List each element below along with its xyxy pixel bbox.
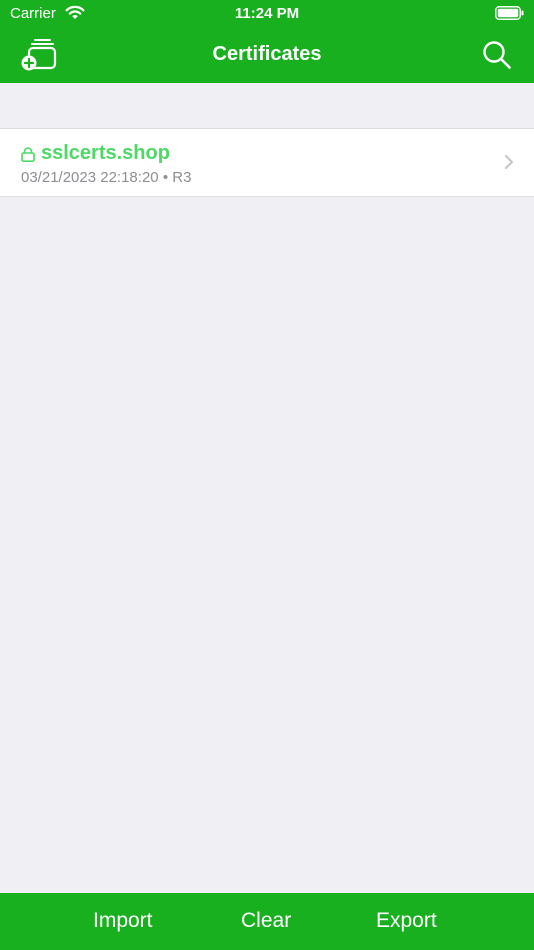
certificate-name: sslcerts.shop — [41, 142, 170, 164]
details-separator: • — [162, 169, 169, 186]
certificate-row[interactable]: sslcerts.shop 03/21/2023 22:18:20 • R3 — [0, 129, 534, 196]
certificate-issuer: R3 — [172, 169, 192, 186]
clear-button[interactable]: Clear — [241, 909, 291, 933]
chevron-right-icon — [504, 154, 514, 170]
search-icon[interactable] — [482, 40, 512, 70]
navigation-bar: Certificates — [0, 28, 534, 83]
status-bar: Carrier 11:24 PM — [0, 0, 534, 28]
page-title: Certificates — [212, 43, 322, 65]
import-button[interactable]: Import — [93, 909, 153, 933]
certificate-list: sslcerts.shop 03/21/2023 22:18:20 • R3 — [0, 128, 534, 197]
certificate-details: 03/21/2023 22:18:20 • R3 — [21, 169, 191, 187]
top-bar: Carrier 11:24 PM Certificates — [0, 0, 534, 83]
export-button[interactable]: Export — [376, 909, 437, 933]
battery-icon — [495, 6, 524, 20]
lock-icon — [21, 147, 35, 162]
certificate-date: 03/21/2023 22:18:20 — [21, 169, 159, 186]
bottom-toolbar: Import Clear Export — [0, 893, 534, 950]
status-time: 11:24 PM — [234, 5, 300, 22]
